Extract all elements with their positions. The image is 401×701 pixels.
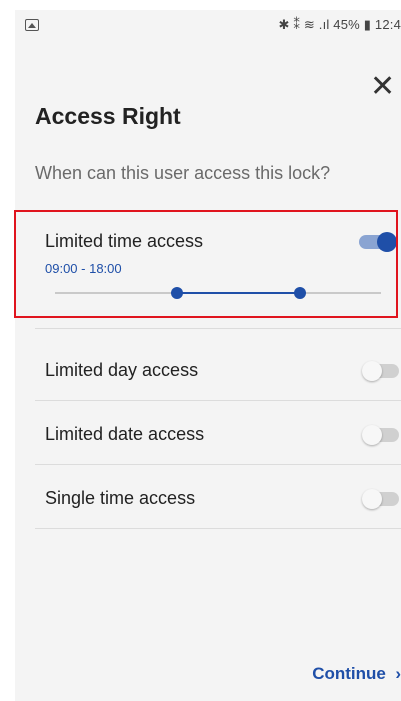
slider-fill <box>177 292 300 294</box>
app-screen: ✱ ⁑ ≋ .ıl 45% ▮ 12:4 ✕ Access Right When… <box>15 10 401 701</box>
limited-day-toggle[interactable] <box>362 361 399 381</box>
slider-end-thumb[interactable] <box>293 287 306 299</box>
page-subtitle: When can this user access this lock? <box>35 163 331 183</box>
toggle-knob <box>362 425 382 445</box>
status-bar: ✱ ⁑ ≋ .ıl 45% ▮ 12:4 <box>15 10 401 40</box>
option-label: Limited date access <box>45 424 205 444</box>
toggle-knob <box>362 361 382 381</box>
toggle-knob <box>362 489 382 509</box>
option-label: Single time access <box>45 488 196 508</box>
chevron-right-icon: › <box>390 664 401 683</box>
option-single-time[interactable]: Single time access <box>35 465 401 529</box>
option-limited-date[interactable]: Limited date access <box>35 401 401 465</box>
option-limited-time: Limited time access 09:00 - 18:00 <box>35 216 401 329</box>
image-icon <box>25 19 39 31</box>
status-indicators: ✱ ⁑ ≋ .ıl 45% ▮ 12:4 <box>278 17 401 32</box>
toggle-knob <box>377 232 397 252</box>
option-label: Limited day access <box>45 360 199 380</box>
continue-label: Continue <box>312 664 386 683</box>
close-icon[interactable]: ✕ <box>370 72 395 102</box>
slider-start-thumb[interactable] <box>171 287 184 299</box>
top-strip <box>0 0 401 10</box>
continue-button[interactable]: Continue › <box>312 664 401 684</box>
limited-time-toggle[interactable] <box>359 232 397 252</box>
time-range-slider[interactable] <box>55 287 381 299</box>
time-range-value: 09:00 - 18:00 <box>45 261 122 276</box>
limited-date-toggle[interactable] <box>362 425 399 445</box>
option-limited-day[interactable]: Limited day access <box>35 338 401 401</box>
single-time-toggle[interactable] <box>362 489 399 509</box>
page-title: Access Right <box>35 103 181 129</box>
option-label: Limited time access <box>45 231 204 251</box>
